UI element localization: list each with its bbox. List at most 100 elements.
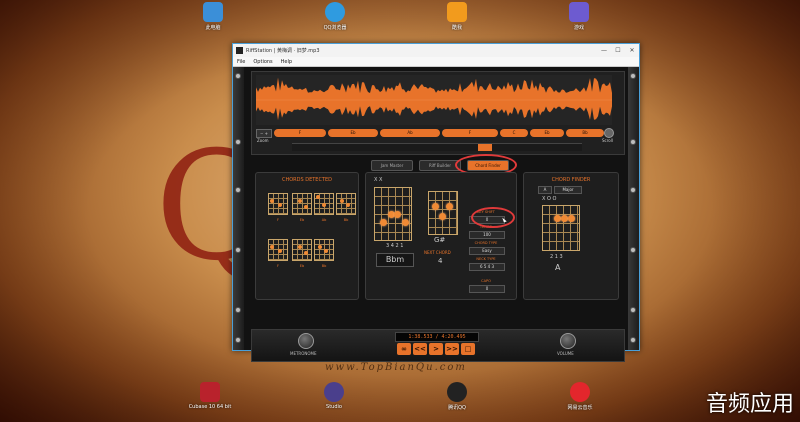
chord-type-select[interactable]: Easy	[469, 247, 505, 255]
chord-diagram[interactable]: Eb	[292, 239, 312, 268]
transport-bar: METRONOME 1:38.533 / 4:20.495 ∞ << > >> …	[251, 329, 625, 362]
chord-finder-panel: CHORD FINDER A Major X O O 2 1 3 A	[523, 172, 619, 300]
chord-block[interactable]: Eb	[328, 129, 378, 137]
waveform-display[interactable]	[256, 75, 612, 125]
chord-block[interactable]: C	[500, 129, 528, 137]
desktop-icon-label: 网易云音乐	[567, 405, 593, 411]
right-rack-rail	[628, 67, 639, 350]
cubase-icon	[200, 382, 220, 402]
desktop-icon-label: 游戏	[573, 25, 584, 31]
desktop-icon-qq[interactable]: 腾讯QQ	[427, 382, 487, 411]
finger-dot	[446, 203, 453, 210]
menu-options[interactable]: Options	[249, 59, 276, 65]
studio-icon	[324, 382, 344, 402]
waveform-panel: − + Zoom F Eb Ab F C Eb Bb Scroll	[251, 71, 625, 155]
finger-dot	[561, 215, 568, 222]
muted-strings: X X	[374, 177, 383, 183]
netease-music-icon	[570, 382, 590, 402]
window-title: RiffStation | 黄梅调 · 旧梦.mp3	[246, 48, 320, 54]
finger-dot	[439, 213, 446, 220]
desktop-icon-game[interactable]: 游戏	[549, 2, 609, 31]
riffstation-window[interactable]: RiffStation | 黄梅调 · 旧梦.mp3 — ☐ ✕ File Op…	[232, 43, 640, 362]
current-chord-panel: X X 3 4 2 1 Bbm G# NEXT CHORD 4 KEY SHIF…	[365, 172, 517, 300]
tempo-stepper[interactable]: 100	[469, 231, 505, 239]
chord-label: Bb	[343, 218, 349, 222]
desktop-icon-label: 此电脑	[205, 25, 221, 31]
screw-icon	[235, 307, 241, 313]
screw-icon	[630, 247, 636, 253]
volume-label: VOLUME	[557, 351, 574, 356]
chord-diagram[interactable]: Eb	[292, 193, 312, 222]
screw-icon	[235, 73, 241, 79]
desktop-icon-label: Studio	[326, 404, 342, 410]
chord-block[interactable]: Bb	[566, 129, 604, 137]
playhead-position[interactable]	[478, 144, 492, 151]
chord-block[interactable]: Ab	[380, 129, 440, 137]
screw-icon	[630, 187, 636, 193]
chord-diagram[interactable]: F	[268, 193, 288, 222]
menu-file[interactable]: File	[233, 59, 249, 65]
desktop-icon-browser[interactable]: QQ浏览器	[305, 2, 365, 31]
chord-type-label: CHORD TYPE	[474, 241, 498, 245]
title-bar[interactable]: RiffStation | 黄梅调 · 旧梦.mp3 — ☐ ✕	[233, 44, 639, 57]
open-strings: X O O	[542, 196, 557, 202]
panel-title: CHORDS DETECTED	[281, 177, 333, 183]
quality-select[interactable]: Major	[554, 186, 582, 194]
desktop-icon-cubase[interactable]: Cubase 10 64 bit	[180, 382, 240, 410]
rewind-button[interactable]: <<	[413, 343, 427, 355]
finger-dot	[432, 203, 439, 210]
screw-icon	[235, 187, 241, 193]
desktop-icon-label: QQ浏览器	[323, 25, 347, 31]
chord-diagram[interactable]: Ab	[314, 193, 334, 222]
screw-icon	[630, 139, 636, 145]
desktop-icon-label: Cubase 10 64 bit	[188, 404, 232, 410]
neck-type-label: NECK TYPE	[476, 257, 496, 261]
finger-numbers: 3 4 2 1	[386, 243, 404, 249]
chord-finder-name: A	[555, 263, 561, 272]
chord-block[interactable]: F	[274, 129, 326, 137]
screw-icon	[235, 337, 241, 343]
stop-button[interactable]: □	[461, 343, 475, 355]
minimize-button[interactable]: —	[597, 47, 611, 54]
finger-dot	[394, 211, 401, 218]
zoom-control[interactable]: − +	[256, 129, 272, 138]
screw-icon	[235, 247, 241, 253]
desktop-icon-kuwo[interactable]: 酷我	[427, 2, 487, 31]
chord-label: Bb	[321, 264, 327, 268]
desktop-icon-netease[interactable]: 网易云音乐	[550, 382, 610, 411]
loop-button[interactable]: ∞	[397, 343, 411, 355]
finger-dot	[568, 215, 575, 222]
metronome-knob[interactable]	[298, 333, 314, 349]
close-button[interactable]: ✕	[625, 47, 639, 54]
play-button[interactable]: >	[429, 343, 443, 355]
scroll-label: Scroll	[602, 138, 613, 143]
capo-stepper[interactable]: 0	[469, 285, 505, 293]
chords-detected-panel: CHORDS DETECTED F Eb Ab Bb F Eb Bb	[255, 172, 359, 300]
highlight-circle	[471, 207, 515, 228]
chord-label: F	[276, 264, 279, 268]
neck-type-select[interactable]: 6 5 4 3	[469, 263, 505, 271]
desktop-icon-studio[interactable]: Studio	[304, 382, 364, 410]
screw-icon	[630, 307, 636, 313]
screw-icon	[630, 73, 636, 79]
tab-jam-master[interactable]: Jam Master	[371, 160, 413, 171]
volume-knob[interactable]	[560, 333, 576, 349]
overview-scrollbar[interactable]	[292, 143, 582, 151]
desktop-icon-computer[interactable]: 此电脑	[183, 2, 243, 31]
root-select[interactable]: A	[538, 186, 552, 194]
fast-forward-button[interactable]: >>	[445, 343, 459, 355]
chord-label: F	[276, 218, 279, 222]
menu-help[interactable]: Help	[277, 59, 296, 65]
chord-block[interactable]: F	[442, 129, 498, 137]
maximize-button[interactable]: ☐	[611, 47, 625, 54]
chord-label: Eb	[299, 264, 305, 268]
zoom-label: Zoom	[257, 138, 269, 143]
metronome-label: METRONOME	[290, 351, 317, 356]
chord-block[interactable]: Eb	[530, 129, 564, 137]
chord-timeline[interactable]: F Eb Ab F C Eb Bb	[274, 129, 604, 137]
scroll-knob[interactable]	[604, 128, 614, 138]
chord-diagram[interactable]: F	[268, 239, 288, 268]
desktop-icon-label: 酷我	[451, 25, 462, 31]
chord-diagram[interactable]: Bb	[314, 239, 334, 268]
chord-diagram[interactable]: Bb	[336, 193, 356, 222]
